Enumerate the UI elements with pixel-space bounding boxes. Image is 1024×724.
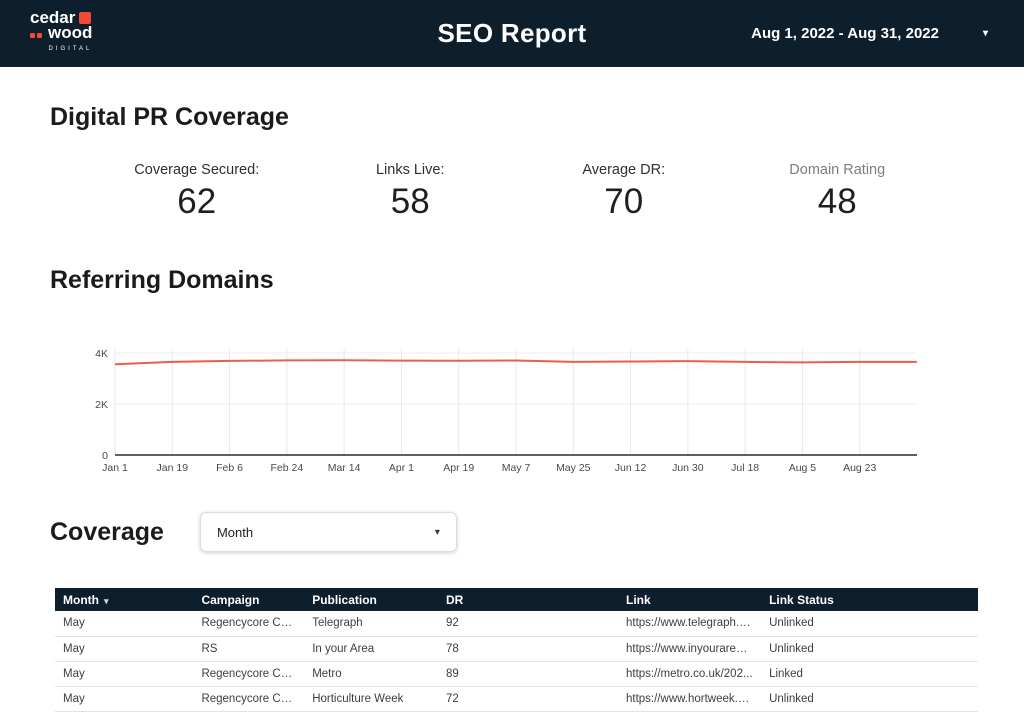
link-cell[interactable]: https://www.inyourarea.... [618,636,761,661]
metric-label: Coverage Secured: [90,162,304,178]
table-cell: RS [193,636,304,661]
app-header: cedar wood DIGITAL SEO Report Aug 1, 202… [0,0,1024,67]
svg-text:Jan 1: Jan 1 [102,462,128,474]
table-row: MayRegencycore Cam...Horticulture Week72… [55,686,978,711]
column-header-link-status[interactable]: Link Status [761,588,978,611]
table-cell: 92 [438,611,618,636]
date-range-selector[interactable]: Aug 1, 2022 - Aug 31, 2022 ▾ [751,25,994,42]
metric-value: 62 [90,182,304,222]
pr-coverage-title: Digital PR Coverage [50,103,1024,132]
column-header-dr[interactable]: DR [438,588,618,611]
chevron-down-icon: ▾ [983,28,988,39]
column-header-month[interactable]: Month▾ [55,588,193,611]
month-filter-dropdown[interactable]: Month ▾ [200,512,457,552]
metric-label: Domain Rating [731,162,945,178]
table-cell: Horticulture Week [304,686,438,711]
column-header-publication[interactable]: Publication [304,588,438,611]
referring-domains-title: Referring Domains [50,266,1024,295]
svg-text:2K: 2K [95,399,108,411]
table-cell: Regencycore Cam... [193,611,304,636]
svg-text:Aug 23: Aug 23 [843,462,876,474]
logo-text-wood: wood [48,25,92,40]
svg-text:May 25: May 25 [556,462,591,474]
table-cell: Regencycore Cam... [193,686,304,711]
table-cell: Unlinked [761,636,978,661]
table-cell: In your Area [304,636,438,661]
table-row: MayRegencycore Cam...Telegraph92https://… [55,611,978,636]
table-cell: May [55,636,193,661]
table-cell: 78 [438,636,618,661]
coverage-title: Coverage [50,518,164,547]
table-cell: Metro [304,661,438,686]
table-cell: 89 [438,661,618,686]
svg-text:4K: 4K [95,348,108,360]
metric-links-live: Links Live: 58 [304,162,518,222]
month-filter-value: Month [217,525,253,540]
table-cell: Regencycore Cam... [193,661,304,686]
cedarwood-logo: cedar wood DIGITAL [30,10,92,57]
table-cell: May [55,661,193,686]
sort-desc-icon: ▾ [104,596,109,606]
metric-label: Average DR: [517,162,731,178]
svg-text:Apr 1: Apr 1 [389,462,414,474]
svg-text:Apr 19: Apr 19 [443,462,474,474]
svg-text:0: 0 [102,450,108,462]
svg-text:Feb 24: Feb 24 [271,462,304,474]
link-cell[interactable]: https://www.hortweek.c... [618,686,761,711]
coverage-table-body: MayRegencycore Cam...Telegraph92https://… [55,611,978,711]
pr-metrics: Coverage Secured: 62 Links Live: 58 Aver… [90,162,944,222]
svg-text:Jun 12: Jun 12 [615,462,647,474]
svg-text:May 7: May 7 [502,462,531,474]
table-cell: Unlinked [761,686,978,711]
page-title: SEO Report [438,18,587,49]
metric-value: 70 [517,182,731,222]
column-header-campaign[interactable]: Campaign [193,588,304,611]
link-cell[interactable]: https://metro.co.uk/202... [618,661,761,686]
coverage-section-header: Coverage Month ▾ [50,512,1024,552]
coverage-table-container: Month▾CampaignPublicationDRLinkLink Stat… [55,588,978,712]
svg-text:Jun 30: Jun 30 [672,462,704,474]
table-cell: Linked [761,661,978,686]
referring-domains-chart-container: Jan 1 Jan 19 Feb 6 Feb 24 Mar 14 Apr 1 Apr 19 M… [87,335,1024,488]
logo-marks-icon [30,25,44,40]
svg-text:Aug 5: Aug 5 [789,462,817,474]
logo-square-icon [79,12,91,24]
svg-text:Jan 19: Jan 19 [157,462,189,474]
table-cell: May [55,686,193,711]
table-cell: Unlinked [761,611,978,636]
coverage-table-header-row: Month▾CampaignPublicationDRLinkLink Stat… [55,588,978,611]
link-cell[interactable]: https://www.telegraph.c... [618,611,761,636]
logo-subtitle: DIGITAL [30,42,92,57]
svg-text:Mar 14: Mar 14 [328,462,361,474]
table-cell: Telegraph [304,611,438,636]
metric-average-dr: Average DR: 70 [517,162,731,222]
metric-value: 48 [731,182,945,222]
metric-value: 58 [304,182,518,222]
referring-domains-chart: Jan 1 Jan 19 Feb 6 Feb 24 Mar 14 Apr 1 Apr 19 M… [87,335,925,483]
column-header-link[interactable]: Link [618,588,761,611]
table-row: MayRSIn your Area78https://www.inyourare… [55,636,978,661]
metric-label: Links Live: [304,162,518,178]
coverage-table: Month▾CampaignPublicationDRLinkLink Stat… [55,588,978,712]
table-cell: May [55,611,193,636]
table-row: MayRegencycore Cam...Metro89https://metr… [55,661,978,686]
table-cell: 72 [438,686,618,711]
svg-text:Feb 6: Feb 6 [216,462,243,474]
metric-domain-rating: Domain Rating 48 [731,162,945,222]
date-range-value: Aug 1, 2022 - Aug 31, 2022 [751,25,939,42]
svg-text:Jul 18: Jul 18 [731,462,759,474]
metric-coverage-secured: Coverage Secured: 62 [90,162,304,222]
chevron-down-icon: ▾ [435,527,440,538]
